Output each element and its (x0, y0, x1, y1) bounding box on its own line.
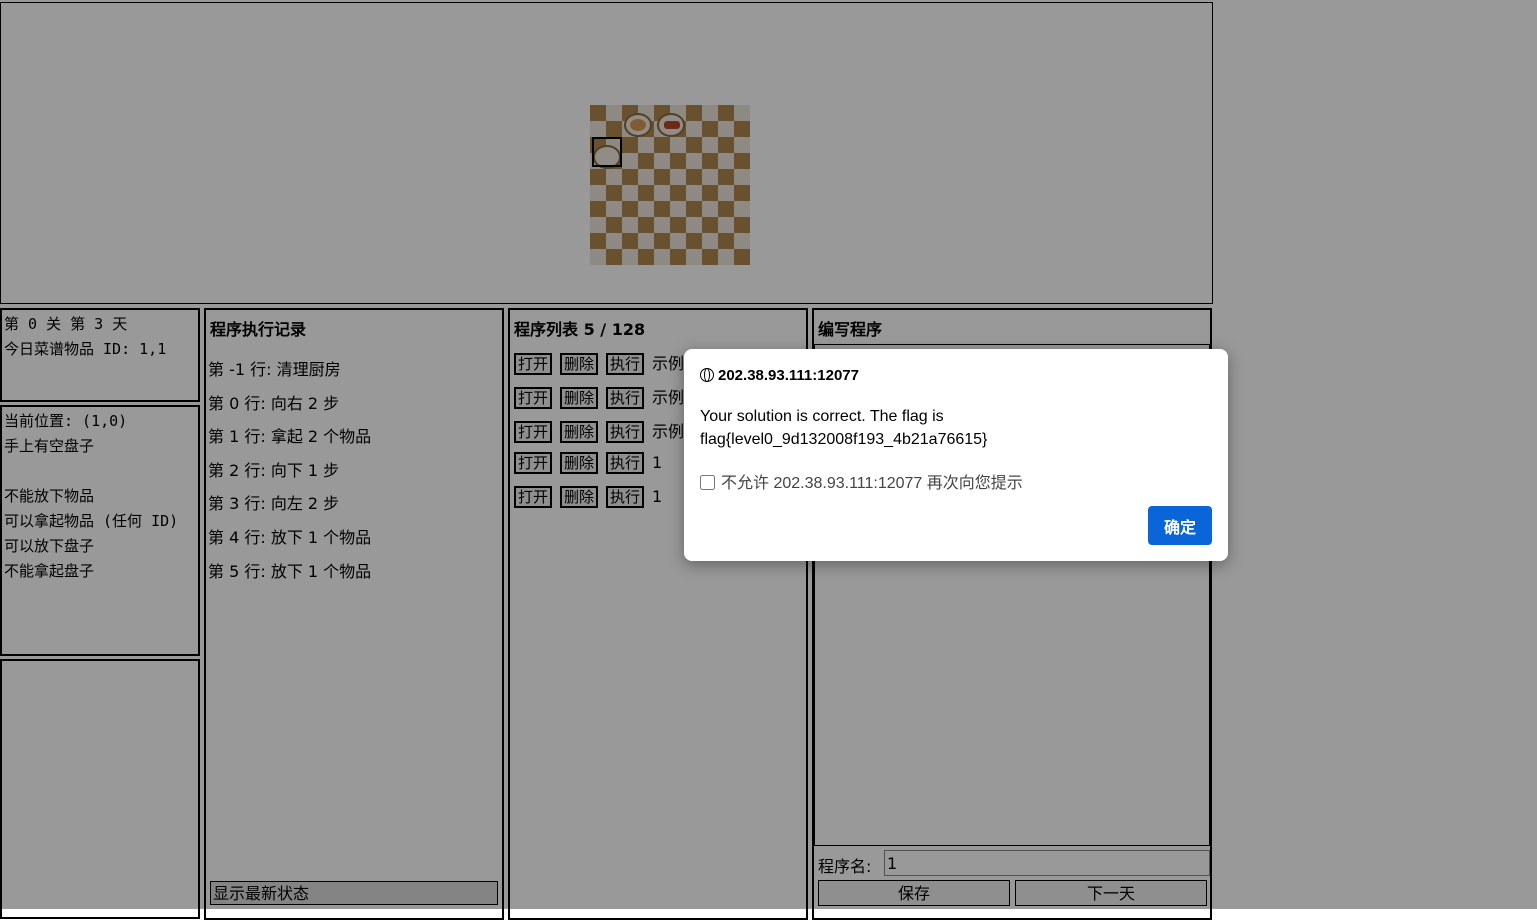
suppress-dialog-label: 不允许 202.38.93.111:12077 再次向您提示 (721, 475, 1023, 492)
dialog-origin: 202.38.93.111:12077 (700, 367, 859, 384)
alert-dialog: 202.38.93.111:12077 Your solution is cor… (684, 349, 1228, 561)
suppress-dialog-option[interactable]: 不允许 202.38.93.111:12077 再次向您提示 (700, 469, 1023, 493)
ok-button[interactable]: 确定 (1148, 506, 1212, 545)
globe-icon (700, 368, 714, 382)
suppress-dialog-checkbox[interactable] (700, 475, 715, 490)
dialog-origin-text: 202.38.93.111:12077 (718, 367, 859, 384)
dialog-message: Your solution is correct. The flag is fl… (700, 408, 988, 448)
